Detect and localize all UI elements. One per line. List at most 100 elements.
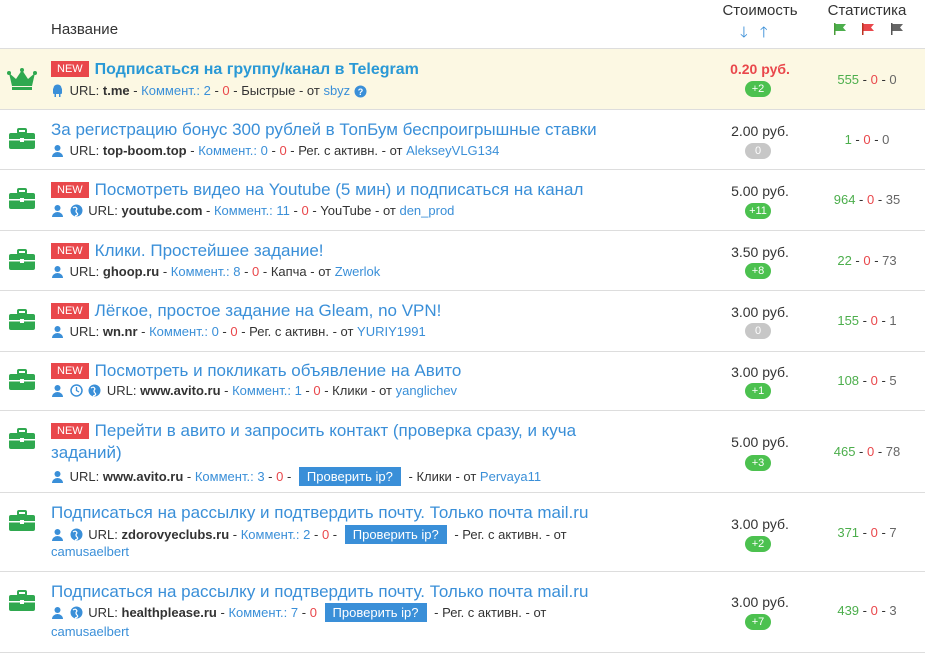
table-row[interactable]: NEW Клики. Простейшее задание! URL: ghoop… — [0, 231, 925, 291]
sort-up-arrow-icon[interactable]: 🡑 — [760, 24, 768, 41]
comments-negative: 0 — [313, 383, 321, 398]
task-title-link[interactable]: Подписаться на рассылку и подтвердить по… — [51, 582, 588, 602]
comments-count[interactable]: 7 — [291, 605, 298, 620]
author-link[interactable]: den_prod — [399, 203, 454, 218]
author-link[interactable]: sbyz — [323, 83, 350, 98]
author-link[interactable]: AlekseyVLG134 — [406, 143, 499, 158]
task-title-link[interactable]: Клики. Простейшее задание! — [95, 241, 324, 260]
task-url: wn.nr — [102, 324, 138, 339]
green-flag-icon[interactable] — [833, 23, 847, 35]
comments-negative: 0 — [279, 143, 287, 158]
task-title[interactable]: NEW Посмотреть и покликать объявление на … — [51, 361, 461, 381]
new-badge: NEW — [51, 423, 89, 439]
task-meta-author: camusaelbert — [51, 624, 129, 639]
task-title-link[interactable]: За регистрацию бонус 300 рублей в ТопБум… — [51, 120, 597, 140]
rating-pill: +1 — [745, 383, 771, 399]
table-row[interactable]: NEW Перейти в авито и запросить контакт (… — [0, 411, 925, 493]
task-title[interactable]: NEW Посмотреть видео на Youtube (5 мин) и… — [51, 180, 583, 200]
comments-link[interactable]: Коммент.: — [198, 143, 257, 158]
check-ip-button[interactable]: Проверить ip? — [324, 603, 427, 622]
task-title[interactable]: NEW Перейти в авито и запросить контакт (… — [51, 421, 576, 441]
task-title-continued[interactable]: заданий) — [51, 443, 122, 463]
table-row[interactable]: За регистрацию бонус 300 рублей в ТопБум… — [0, 110, 925, 170]
rating-pill: 0 — [745, 143, 771, 159]
task-title-link[interactable]: Посмотреть видео на Youtube (5 мин) и по… — [95, 180, 584, 199]
task-stats: 555 - 0 - 0 — [837, 72, 897, 87]
task-meta: URL: www.avito.ru - Коммент.: 3 - 0 - Пр… — [51, 467, 541, 486]
comments-link[interactable]: Коммент.: — [171, 264, 230, 279]
table-row[interactable]: Подписаться на рассылку и подтвердить по… — [0, 572, 925, 653]
url-label: URL: — [106, 383, 137, 398]
author-link[interactable]: yanglichev — [396, 383, 457, 398]
task-price: 3.50 руб. — [731, 244, 789, 260]
comments-link[interactable]: Коммент.: — [141, 83, 200, 98]
task-title[interactable]: NEW Подписаться на группу/канал в Telegra… — [51, 61, 419, 79]
comments-count[interactable]: 1 — [295, 383, 302, 398]
help-icon[interactable]: ? — [354, 85, 367, 98]
task-title-link[interactable]: Перейти в авито и запросить контакт (про… — [95, 421, 576, 440]
table-row[interactable]: NEW Посмотреть видео на Youtube (5 мин) и… — [0, 170, 925, 231]
new-badge: NEW — [51, 303, 89, 319]
gray-flag-icon[interactable] — [890, 23, 904, 35]
task-url: zdorovyeclubs.ru — [121, 527, 230, 542]
rating-pill: +2 — [745, 81, 771, 97]
sort-down-arrow-icon[interactable]: 🡓 — [740, 24, 748, 41]
check-ip-button[interactable]: Проверить ip? — [298, 467, 401, 486]
table-row[interactable]: NEW Подписаться на группу/канал в Telegra… — [0, 49, 925, 110]
check-ip-button[interactable]: Проверить ip? — [344, 525, 447, 544]
comments-link[interactable]: Коммент.: — [232, 383, 291, 398]
task-price: 3.00 руб. — [731, 516, 789, 532]
author-link[interactable]: camusaelbert — [51, 544, 129, 559]
comments-link[interactable]: Коммент.: — [195, 469, 254, 484]
task-tag: Рег. с активн. — [462, 527, 543, 542]
table-row[interactable]: NEW Лёгкое, простое задание на Gleam, no … — [0, 291, 925, 352]
rating-pill: 0 — [745, 323, 771, 339]
comments-count[interactable]: 8 — [233, 264, 240, 279]
red-flag-icon[interactable] — [861, 23, 875, 35]
table-row[interactable]: Подписаться на рассылку и подтвердить по… — [0, 493, 925, 572]
task-url: ghoop.ru — [102, 264, 160, 279]
task-stats: 371 - 0 - 7 — [837, 525, 897, 540]
task-title-link[interactable]: Подписаться на группу/канал в Telegram — [95, 61, 419, 78]
rating-pill: +11 — [745, 203, 771, 219]
task-price: 2.00 руб. — [731, 123, 789, 139]
comments-count[interactable]: 3 — [257, 469, 264, 484]
task-title-link[interactable]: Подписаться на рассылку и подтвердить по… — [51, 503, 588, 523]
from-label: от — [306, 83, 320, 98]
comments-count[interactable]: 11 — [276, 203, 290, 218]
comments-count[interactable]: 2 — [303, 527, 310, 542]
comments-count[interactable]: 0 — [212, 324, 219, 339]
author-link[interactable]: camusaelbert — [51, 624, 129, 639]
comments-count[interactable]: 0 — [261, 143, 268, 158]
from-label: - от — [525, 605, 547, 620]
url-label: URL: — [88, 203, 118, 218]
user-icon — [52, 205, 63, 217]
comments-negative: 0 — [230, 324, 238, 339]
user-icon — [52, 145, 63, 157]
briefcase-icon — [7, 127, 37, 151]
task-stats: 155 - 0 - 1 — [837, 313, 897, 328]
author-link[interactable]: Zwerlok — [335, 264, 381, 279]
comments-link[interactable]: Коммент.: — [149, 324, 208, 339]
task-tag: Быстрые — [241, 83, 296, 98]
author-link[interactable]: Pervaya11 — [480, 469, 541, 484]
task-title-link[interactable]: Посмотреть и покликать объявление на Ави… — [95, 361, 462, 380]
task-title-link[interactable]: Лёгкое, простое задание на Gleam, no VPN… — [95, 301, 442, 320]
author-link[interactable]: YURIY1991 — [357, 324, 426, 339]
comments-link[interactable]: Коммент.: — [228, 605, 287, 620]
user-icon — [52, 607, 63, 619]
comments-count[interactable]: 2 — [204, 83, 211, 98]
comments-link[interactable]: Коммент.: — [241, 527, 300, 542]
task-url: top-boom.top — [102, 143, 187, 158]
task-title[interactable]: NEW Клики. Простейшее задание! — [51, 241, 324, 261]
comments-negative: 0 — [252, 264, 260, 279]
comments-link[interactable]: Коммент.: — [214, 203, 273, 218]
from-label: от — [379, 383, 392, 398]
url-label: URL: — [69, 83, 100, 98]
briefcase-icon — [7, 589, 37, 613]
stats-flags — [833, 22, 914, 40]
task-title[interactable]: NEW Лёгкое, простое задание на Gleam, no … — [51, 301, 441, 321]
rating-pill: +3 — [745, 455, 771, 471]
user-icon — [52, 471, 63, 483]
table-row[interactable]: NEW Посмотреть и покликать объявление на … — [0, 352, 925, 411]
